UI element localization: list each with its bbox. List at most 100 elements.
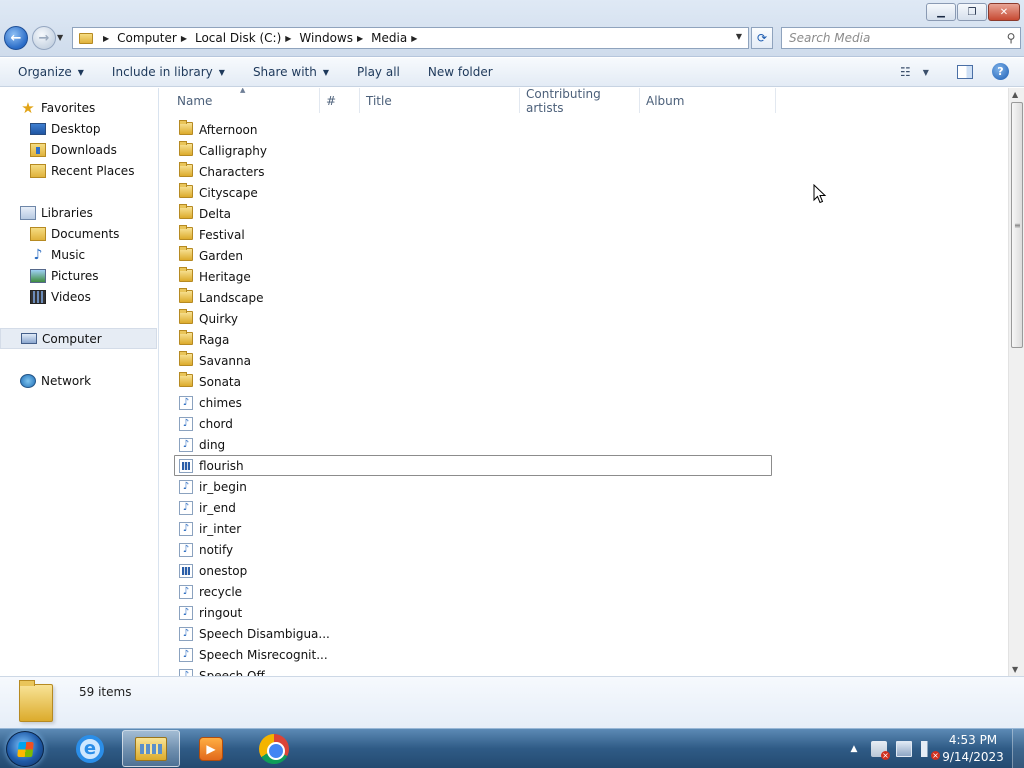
address-history-dropdown[interactable]: ▼	[736, 32, 742, 41]
breadcrumb-separator[interactable]: ▶	[285, 34, 291, 43]
breadcrumb-computer[interactable]: Computer	[117, 31, 177, 45]
volume-muted-icon[interactable]	[921, 741, 940, 760]
folder-row[interactable]: Cityscape	[174, 182, 772, 203]
action-center-icon[interactable]	[871, 741, 890, 760]
taskbar-chrome[interactable]	[245, 730, 303, 767]
include-in-library-button[interactable]: Include in library ▼	[108, 61, 229, 83]
close-button[interactable]: ✕	[988, 3, 1020, 21]
column-title[interactable]: Title	[360, 88, 520, 113]
back-button[interactable]: ←	[4, 26, 28, 50]
nav-libraries[interactable]: Libraries	[0, 202, 157, 223]
nav-music[interactable]: ♪ Music	[0, 244, 157, 265]
breadcrumb-media[interactable]: Media	[371, 31, 407, 45]
scroll-down-arrow[interactable]: ▼	[1012, 665, 1018, 674]
show-desktop-button[interactable]	[1012, 729, 1024, 768]
play-all-button[interactable]: Play all	[353, 61, 404, 83]
refresh-icon: ⟳	[756, 31, 768, 45]
file-name: Speech Misrecognit...	[199, 647, 328, 662]
folder-icon	[179, 183, 193, 198]
file-name: Landscape	[199, 290, 264, 305]
column-album[interactable]: Album	[640, 88, 776, 113]
nav-desktop[interactable]: Desktop	[0, 118, 157, 139]
file-row[interactable]: ♪ ir_end	[174, 497, 772, 518]
folder-row[interactable]: Quirky	[174, 308, 772, 329]
preview-pane-button[interactable]	[957, 65, 973, 79]
nav-videos[interactable]: Videos	[0, 286, 157, 307]
nav-pictures[interactable]: Pictures	[0, 265, 157, 286]
column-contributing-artists[interactable]: Contributing artists	[520, 88, 640, 115]
folder-row[interactable]: Characters	[174, 161, 772, 182]
column-number[interactable]: #	[320, 88, 360, 113]
breadcrumb-windows[interactable]: Windows	[299, 31, 353, 45]
file-row[interactable]: ♪ ir_begin	[174, 476, 772, 497]
new-folder-button[interactable]: New folder	[424, 61, 497, 83]
taskbar-internet-explorer[interactable]: e	[61, 730, 119, 767]
file-row[interactable]: flourish	[174, 455, 772, 476]
folder-row[interactable]: Landscape	[174, 287, 772, 308]
file-row[interactable]: ♪ chord	[174, 413, 772, 434]
clock[interactable]: 4:53 PM 9/14/2023	[940, 732, 1006, 766]
file-name: Festival	[199, 227, 245, 242]
nav-recent-places-label: Recent Places	[51, 163, 135, 178]
breadcrumb-separator[interactable]: ▶	[103, 34, 109, 43]
file-row[interactable]: ♪ recycle	[174, 581, 772, 602]
search-box[interactable]: ⚲	[781, 27, 1021, 49]
start-button[interactable]	[6, 731, 44, 767]
nav-documents[interactable]: Documents	[0, 223, 157, 244]
change-view-button[interactable]: ☷ ▼	[900, 65, 929, 79]
breadcrumb-local-disk[interactable]: Local Disk (C:)	[195, 31, 281, 45]
folder-row[interactable]: Afternoon	[174, 119, 772, 140]
recent-pages-dropdown[interactable]: ▼	[57, 33, 63, 42]
breadcrumb-separator[interactable]: ▶	[181, 34, 187, 43]
folder-row[interactable]: Garden	[174, 245, 772, 266]
taskbar-media-player[interactable]: ▶	[182, 730, 240, 767]
scroll-thumb[interactable]: ≡	[1011, 102, 1023, 348]
file-row[interactable]: ♪ chimes	[174, 392, 772, 413]
file-row[interactable]: ♪ Speech Misrecognit...	[174, 644, 772, 665]
search-icon[interactable]: ⚲	[1002, 31, 1020, 45]
video-file-icon	[179, 563, 193, 578]
folder-row[interactable]: Raga	[174, 329, 772, 350]
search-input[interactable]	[782, 31, 1002, 45]
system-tray: ▲	[844, 729, 946, 768]
folder-icon	[179, 120, 193, 135]
file-row[interactable]: ♪ notify	[174, 539, 772, 560]
folder-row[interactable]: Calligraphy	[174, 140, 772, 161]
breadcrumb-separator[interactable]: ▶	[411, 34, 417, 43]
network-status-icon[interactable]	[896, 741, 912, 757]
help-button[interactable]: ?	[992, 63, 1009, 80]
folder-row[interactable]: Festival	[174, 224, 772, 245]
folder-row[interactable]: Heritage	[174, 266, 772, 287]
nav-favorites[interactable]: ★ Favorites	[0, 97, 157, 118]
file-row[interactable]: ♪ ringout	[174, 602, 772, 623]
nav-recent-places[interactable]: Recent Places	[0, 160, 157, 181]
nav-downloads[interactable]: Downloads	[0, 139, 157, 160]
address-bar[interactable]: ▶ Computer ▶ Local Disk (C:) ▶ Windows ▶…	[72, 27, 749, 49]
taskbar-windows-explorer[interactable]	[122, 730, 180, 767]
share-with-button[interactable]: Share with ▼	[249, 61, 333, 83]
nav-music-label: Music	[51, 247, 86, 262]
include-in-library-label: Include in library	[111, 65, 213, 79]
column-name[interactable]: Name ▲	[160, 88, 320, 113]
file-row[interactable]: ♪ Speech Disambigua...	[174, 623, 772, 644]
file-row[interactable]: ♪ Speech Off	[174, 665, 772, 676]
file-row[interactable]: onestop	[174, 560, 772, 581]
breadcrumb-separator[interactable]: ▶	[357, 34, 363, 43]
folder-row[interactable]: Delta	[174, 203, 772, 224]
file-row[interactable]: ♪ ir_inter	[174, 518, 772, 539]
vertical-scrollbar[interactable]: ▲ ≡ ▼	[1008, 88, 1024, 676]
forward-button[interactable]: →	[32, 26, 56, 50]
organize-button[interactable]: Organize ▼	[14, 61, 88, 83]
folder-icon	[79, 32, 93, 44]
show-hidden-icons-button[interactable]: ▲	[846, 741, 862, 757]
nav-computer[interactable]: Computer	[0, 328, 157, 349]
folder-row[interactable]: Savanna	[174, 350, 772, 371]
chevron-down-icon: ▼	[922, 67, 929, 77]
file-row[interactable]: ♪ ding	[174, 434, 772, 455]
nav-network[interactable]: Network	[0, 370, 157, 391]
maximize-button[interactable]: ❐	[957, 3, 987, 21]
scroll-up-arrow[interactable]: ▲	[1012, 90, 1018, 99]
refresh-button[interactable]: ⟳	[751, 27, 773, 49]
folder-row[interactable]: Sonata	[174, 371, 772, 392]
minimize-button[interactable]: ▁	[926, 3, 956, 21]
